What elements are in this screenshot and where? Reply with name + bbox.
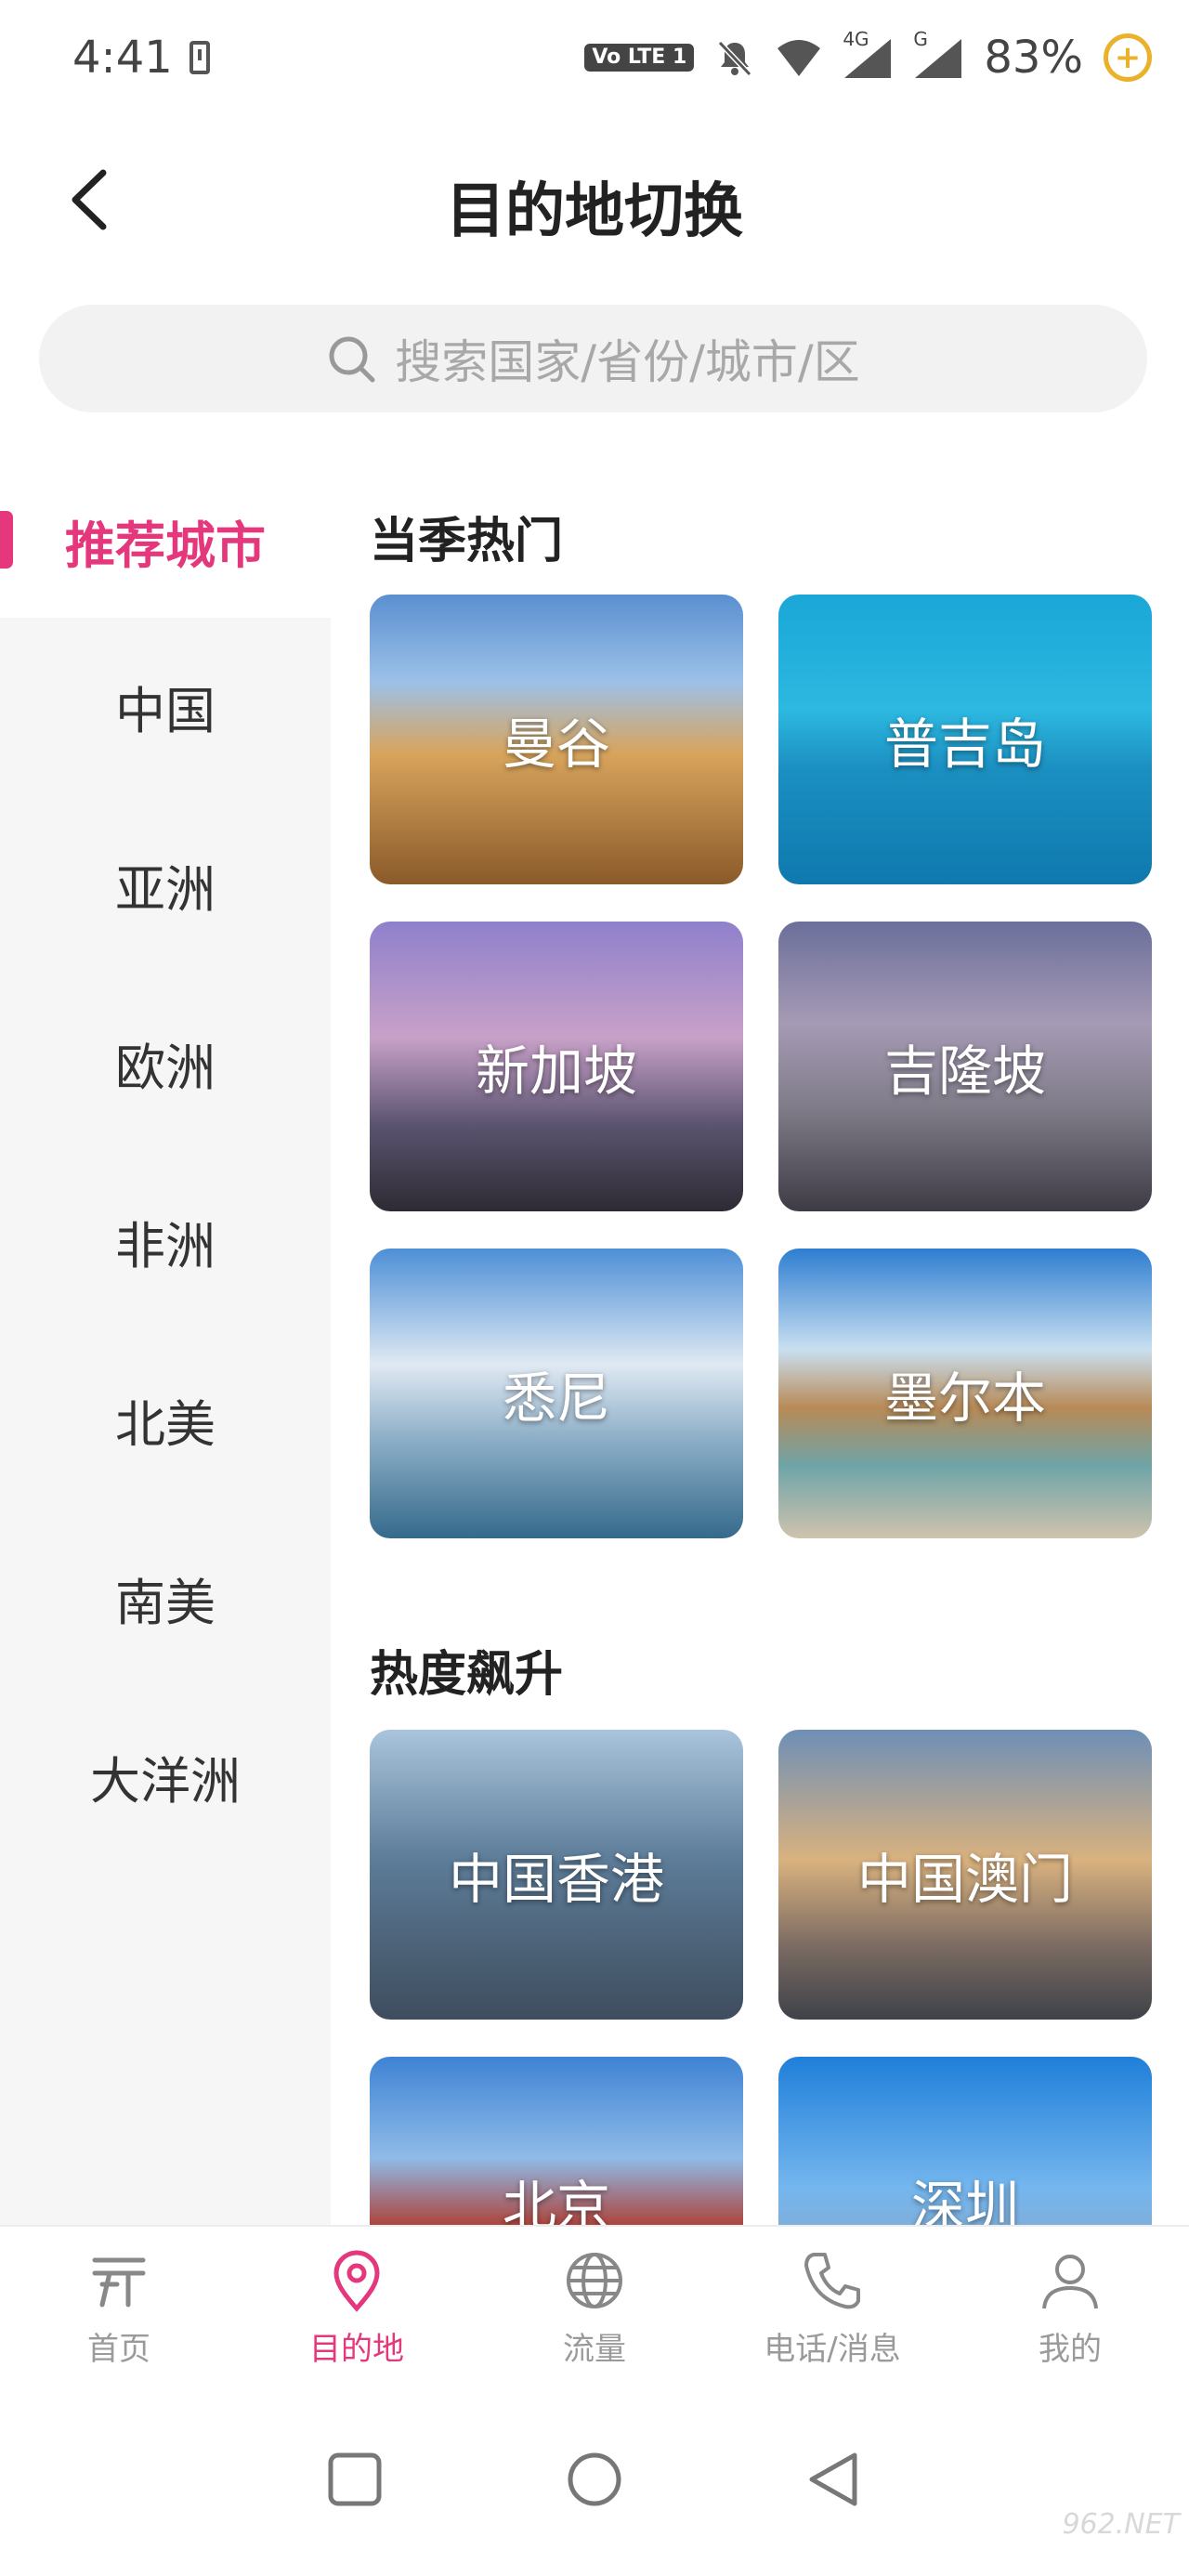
city-card-sydney[interactable]: 悉尼	[370, 1249, 743, 1538]
download-icon	[189, 41, 210, 74]
back-triangle-icon[interactable]	[804, 2450, 864, 2509]
sidebar-item-china[interactable]: 中国	[0, 618, 331, 794]
city-card-singapore[interactable]: 新加坡	[370, 922, 743, 1211]
globe-icon	[567, 2253, 622, 2308]
city-card-melbourne[interactable]: 墨尔本	[778, 1249, 1152, 1538]
city-card-bangkok[interactable]: 曼谷	[370, 595, 743, 884]
nav-tab-profile[interactable]: 我的	[977, 2247, 1163, 2386]
sidebar-item-asia[interactable]: 亚洲	[0, 796, 331, 973]
recents-icon[interactable]	[325, 2450, 385, 2509]
bottom-nav: 首页 目的地 流量 电话/消息 我的	[0, 2225, 1189, 2392]
sidebar-item-south-america[interactable]: 南美	[0, 1510, 331, 1686]
sidebar-item-north-america[interactable]: 北美	[0, 1331, 331, 1508]
signal-4g-icon: 4G	[843, 28, 893, 80]
system-navigation-bar	[0, 2392, 1189, 2576]
nav-tab-home[interactable]: 首页	[26, 2247, 212, 2386]
city-list: 当季热门 曼谷 普吉岛 新加坡 吉隆坡 悉尼 墨尔本 热度飙升 中国香港 中国澳…	[331, 464, 1189, 2225]
sidebar-item-recommended[interactable]: 推荐城市	[0, 464, 331, 618]
sidebar-item-europe[interactable]: 欧洲	[0, 974, 331, 1151]
watermark: 962.NET	[1062, 2508, 1180, 2541]
city-card-macau[interactable]: 中国澳门	[778, 1730, 1152, 2020]
page-title: 目的地切换	[446, 177, 743, 246]
city-card-phuket[interactable]: 普吉岛	[778, 595, 1152, 884]
volte-icon: Vo LTE 1	[584, 44, 695, 72]
mute-bell-icon	[718, 40, 752, 77]
destination-switch-screen: 4:41 Vo LTE 1 4G G 83% + 目的地切换 搜索国家/省份/城…	[0, 0, 1189, 2576]
home-button-icon[interactable]	[565, 2450, 624, 2509]
person-icon	[1042, 2255, 1098, 2309]
section-title-trending: 热度飙升	[370, 1647, 564, 1703]
location-pin-icon	[333, 2250, 380, 2312]
battery-percent: 83%	[984, 32, 1083, 84]
signal-g-icon: G	[913, 28, 963, 80]
phone-icon	[804, 2253, 860, 2309]
search-icon	[329, 336, 375, 383]
status-bar: 4:41 Vo LTE 1 4G G 83% +	[0, 0, 1189, 121]
sidebar-item-africa[interactable]: 非洲	[0, 1153, 331, 1329]
nav-tab-data[interactable]: 流量	[502, 2247, 687, 2386]
status-time: 4:41	[72, 32, 173, 84]
home-icon	[92, 2257, 146, 2308]
nav-tab-destination[interactable]: 目的地	[264, 2247, 450, 2386]
city-card-hong-kong[interactable]: 中国香港	[370, 1730, 743, 2020]
city-card-kuala-lumpur[interactable]: 吉隆坡	[778, 922, 1152, 1211]
sidebar-item-oceania[interactable]: 大洋洲	[0, 1688, 331, 1864]
header: 目的地切换	[0, 130, 1189, 269]
section-title-seasonal: 当季热门	[370, 514, 564, 569]
region-sidebar: 推荐城市 中国 亚洲 欧洲 非洲 北美 南美 大洋洲	[0, 464, 331, 2225]
city-card-beijing[interactable]: 北京	[370, 2057, 743, 2225]
active-indicator	[0, 511, 13, 569]
city-card-shenzhen[interactable]: 深圳	[778, 2057, 1152, 2225]
wifi-icon	[777, 40, 821, 76]
battery-saver-icon: +	[1104, 33, 1152, 82]
search-input[interactable]: 搜索国家/省份/城市/区	[39, 305, 1147, 412]
status-icons: Vo LTE 1 4G G 83% +	[584, 28, 1152, 84]
search-placeholder: 搜索国家/省份/城市/区	[395, 335, 860, 389]
nav-tab-phone[interactable]: 电话/消息	[739, 2247, 925, 2386]
